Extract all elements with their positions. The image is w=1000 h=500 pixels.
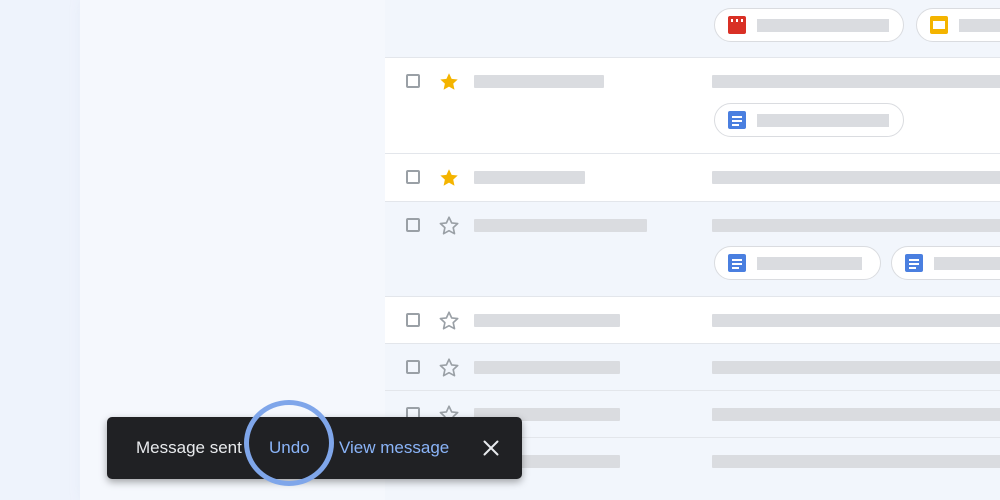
close-icon[interactable] [477,434,505,462]
chip-placeholder-text [757,19,889,32]
select-checkbox[interactable] [406,313,420,327]
snackbar-message: Message sent [136,438,242,457]
subject-placeholder [712,408,1000,421]
select-checkbox[interactable] [406,360,420,374]
email-row[interactable] [385,154,1000,202]
doc-file-icon [905,254,923,272]
email-row[interactable] [385,344,1000,391]
email-row[interactable] [385,202,1000,297]
subject-placeholder [712,219,1000,232]
star-filled-icon[interactable] [438,167,460,189]
email-row[interactable] [385,297,1000,344]
sender-placeholder [474,361,620,374]
slides-file-chip[interactable] [916,8,1000,42]
star-outline-icon[interactable] [438,357,460,379]
subject-placeholder [712,314,1000,327]
chip-placeholder-text [757,257,862,270]
subject-placeholder [712,455,1000,468]
star-filled-icon[interactable] [438,71,460,93]
doc-file-icon [728,254,746,272]
select-checkbox[interactable] [406,74,420,88]
message-sent-snackbar: Message sent Undo View message [107,417,522,479]
video-file-chip[interactable] [714,8,904,42]
view-message-link[interactable]: View message [339,438,449,458]
video-file-icon [728,16,746,34]
doc-file-chip[interactable] [714,246,881,280]
email-row[interactable] [385,0,1000,58]
chip-placeholder-text [934,257,1000,270]
doc-file-chip[interactable] [891,246,1000,280]
email-row[interactable] [385,58,1000,154]
chip-placeholder-text [757,114,889,127]
chip-placeholder-text [959,19,1000,32]
subject-placeholder [712,75,1000,88]
sender-placeholder [474,314,620,327]
sender-placeholder [474,219,647,232]
sender-placeholder [474,171,585,184]
sender-placeholder [474,75,604,88]
left-rail [0,0,80,500]
subject-placeholder [712,171,1000,184]
doc-file-icon [728,111,746,129]
star-outline-icon[interactable] [438,215,460,237]
slides-file-icon [930,16,948,34]
undo-button[interactable]: Undo [269,438,310,458]
select-checkbox[interactable] [406,170,420,184]
select-checkbox[interactable] [406,218,420,232]
subject-placeholder [712,361,1000,374]
star-outline-icon[interactable] [438,310,460,332]
doc-file-chip[interactable] [714,103,904,137]
